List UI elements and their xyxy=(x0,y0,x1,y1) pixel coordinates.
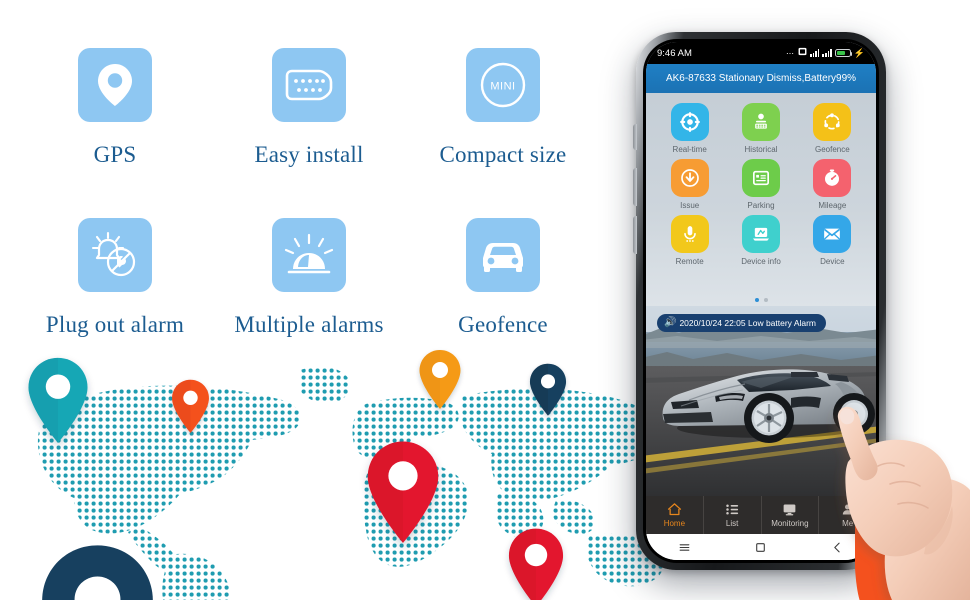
stopwatch-icon[interactable] xyxy=(813,159,852,197)
list-icon xyxy=(725,504,738,515)
alarm-unplug-icon xyxy=(78,218,152,292)
tab-list[interactable]: List xyxy=(704,496,762,534)
feature-label: GPS xyxy=(93,142,137,167)
tab-monitoring[interactable]: Monitoring xyxy=(762,496,820,534)
more-icon: ⋯ xyxy=(786,48,796,58)
feature-plug-out-alarm: Plug out alarm xyxy=(18,218,212,388)
mini-badge-icon: MINI xyxy=(466,48,540,122)
app-label: Device xyxy=(820,257,845,266)
app-label: Geofence xyxy=(814,145,850,154)
person-icon xyxy=(842,504,853,515)
feature-list: GPS Easy install MINI Compact size Plug … xyxy=(0,48,600,388)
feature-label: Easy install xyxy=(254,142,364,167)
feature-compact-size: MINI Compact size xyxy=(406,48,600,218)
app-label: Historical xyxy=(744,145,778,154)
app-device[interactable]: Device xyxy=(797,215,868,266)
app-remote[interactable]: Remote xyxy=(654,215,725,266)
crosshair-icon[interactable] xyxy=(670,103,709,141)
phone-screen: 9:46 AM ⋯ ⚡ AK6-87633 Stationary Dismiss… xyxy=(646,42,876,560)
bottom-tab-bar: Home List Monitoring Me xyxy=(646,496,876,534)
app-label: Issue xyxy=(680,201,700,210)
feature-label: Compact size xyxy=(439,142,567,167)
tab-label: List xyxy=(725,519,739,528)
feature-gps: GPS xyxy=(18,48,212,218)
app-historical[interactable]: Historical xyxy=(725,103,796,154)
app-issue[interactable]: Issue xyxy=(654,159,725,210)
android-navigation-bar xyxy=(646,534,876,560)
feature-easy-install: Easy install xyxy=(212,48,406,218)
signal-icon xyxy=(810,49,820,57)
speaker-alert-icon: 🔊 xyxy=(664,317,677,328)
envelope-icon[interactable] xyxy=(813,215,852,253)
product-banner: GPS Easy install MINI Compact size Plug … xyxy=(0,0,970,600)
battery-icon xyxy=(834,49,853,57)
page-dot[interactable] xyxy=(763,298,768,302)
vehicle-photo: 🔊 2020/10/24 22:05 Low battery Alarm xyxy=(646,306,876,496)
geofence-circle-icon[interactable] xyxy=(813,103,852,141)
app-label: Parking xyxy=(747,201,775,210)
map-pin-red-large xyxy=(367,441,439,543)
feature-geofence: Geofence xyxy=(406,218,600,388)
volume-down-button[interactable] xyxy=(633,216,637,254)
status-bar: 9:46 AM ⋯ ⚡ xyxy=(646,42,876,64)
feature-multiple-alarms: Multiple alarms xyxy=(212,218,406,388)
app-device-info[interactable]: Device info xyxy=(725,215,796,266)
feature-label: Multiple alarms xyxy=(234,312,384,337)
list-card-icon[interactable] xyxy=(741,159,780,197)
tab-label: Home xyxy=(663,519,686,528)
charging-bolt-icon: ⚡ xyxy=(853,47,865,58)
app-label: Mileage xyxy=(818,201,847,210)
app-real-time[interactable]: Real-time xyxy=(654,103,725,154)
home-square-icon[interactable] xyxy=(754,541,767,554)
back-icon[interactable] xyxy=(831,541,844,554)
svg-text:MINI: MINI xyxy=(490,81,515,93)
app-parking[interactable]: Parking xyxy=(725,159,796,210)
laptop-icon[interactable] xyxy=(741,215,780,253)
app-icon-grid-area: Real-time Historical Geofence Issue Park… xyxy=(646,93,876,306)
menu-icon[interactable] xyxy=(678,541,691,554)
device-status-title: AK6-87633 Stationary Dismiss,Battery99% xyxy=(665,73,857,84)
download-arrow-icon[interactable] xyxy=(670,159,709,197)
map-pin-red-small xyxy=(508,528,564,600)
signal-icon xyxy=(822,49,832,57)
app-mileage[interactable]: Mileage xyxy=(797,159,868,210)
alert-banner[interactable]: 🔊 2020/10/24 22:05 Low battery Alarm xyxy=(657,314,827,332)
smartphone-mockup: 9:46 AM ⋯ ⚡ AK6-87633 Stationary Dismiss… xyxy=(633,32,886,570)
app-label: Real-time xyxy=(672,145,707,154)
map-pin-navy-large xyxy=(42,545,153,600)
monitor-icon xyxy=(784,504,796,516)
siren-icon xyxy=(272,218,346,292)
app-label: Device info xyxy=(741,257,781,266)
app-label: Remote xyxy=(675,257,704,266)
tab-label: Monitoring xyxy=(771,519,809,528)
microphone-icon[interactable] xyxy=(670,215,709,253)
history-route-icon[interactable] xyxy=(741,103,780,141)
mute-switch[interactable] xyxy=(633,124,637,150)
obd-connector-icon xyxy=(272,48,346,122)
feature-label: Geofence xyxy=(458,312,548,337)
status-time: 9:46 AM xyxy=(657,47,692,59)
home-icon xyxy=(667,503,681,516)
app-geofence[interactable]: Geofence xyxy=(797,103,868,154)
feature-label: Plug out alarm xyxy=(45,312,185,337)
volume-up-button[interactable] xyxy=(633,168,637,206)
app-icon-grid: Real-time Historical Geofence Issue Park… xyxy=(654,103,868,266)
app-header-bar: AK6-87633 Stationary Dismiss,Battery99% xyxy=(646,64,876,93)
tab-label: Me xyxy=(842,519,854,528)
sim-icon xyxy=(798,47,807,59)
orange-corner-shape xyxy=(855,512,968,600)
status-icons: ⋯ ⚡ xyxy=(786,47,865,59)
map-pin-icon xyxy=(78,48,152,122)
page-dot-active[interactable] xyxy=(754,298,759,302)
phone-bezel: 9:46 AM ⋯ ⚡ AK6-87633 Stationary Dismiss… xyxy=(643,39,879,563)
tab-home[interactable]: Home xyxy=(646,496,704,534)
car-icon xyxy=(466,218,540,292)
page-indicator[interactable] xyxy=(646,298,876,302)
alert-text: 2020/10/24 22:05 Low battery Alarm xyxy=(679,318,817,328)
